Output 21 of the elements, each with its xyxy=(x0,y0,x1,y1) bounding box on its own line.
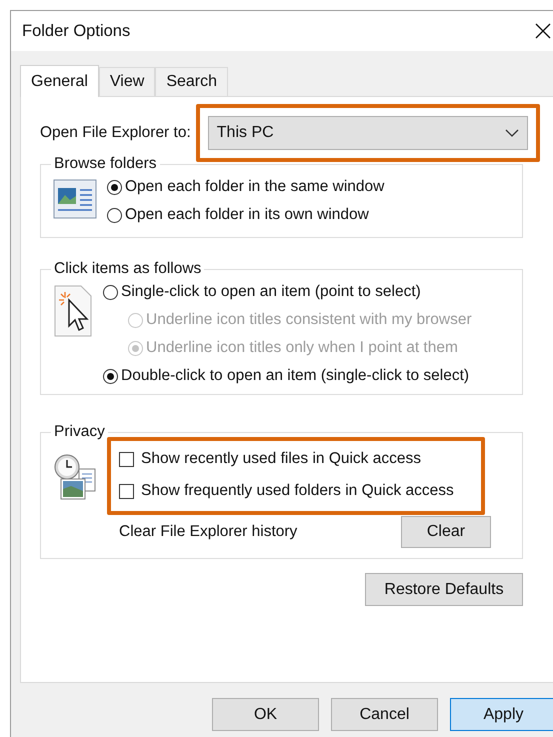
dropdown[interactable]: This PC xyxy=(208,116,528,150)
checkbox-option[interactable]: Show frequently used folders in Quick access xyxy=(119,475,469,507)
tab[interactable]: Search xyxy=(155,67,228,96)
group-title: Privacy xyxy=(53,423,106,441)
dialog-button[interactable]: Apply xyxy=(450,698,553,731)
history-label: Clear File Explorer history xyxy=(119,523,298,541)
field-label: Open File Explorer to: xyxy=(40,124,191,142)
tab[interactable]: General xyxy=(20,65,99,97)
radio-option[interactable]: Open each folder in the same window xyxy=(107,173,384,201)
window-title: Folder Options xyxy=(22,22,130,40)
dialog-button[interactable]: OK xyxy=(212,698,319,731)
radio-option[interactable]: Open each folder in its own window xyxy=(107,201,384,229)
group-title: Click items as follows xyxy=(53,260,202,278)
group-title: Browse folders xyxy=(53,155,158,173)
checkbox-option[interactable]: Show recently used files in Quick access xyxy=(119,443,469,475)
dialog-button[interactable]: Cancel xyxy=(331,698,438,731)
clear-button[interactable]: Clear xyxy=(401,516,491,548)
restore-defaults-button[interactable]: Restore Defaults xyxy=(365,573,523,606)
tab[interactable]: View xyxy=(98,67,156,96)
radio-option[interactable]: Single-click to open an item (point to select) xyxy=(103,278,472,306)
radio-option[interactable]: Double-click to open an item (single-click to select) xyxy=(103,362,472,390)
